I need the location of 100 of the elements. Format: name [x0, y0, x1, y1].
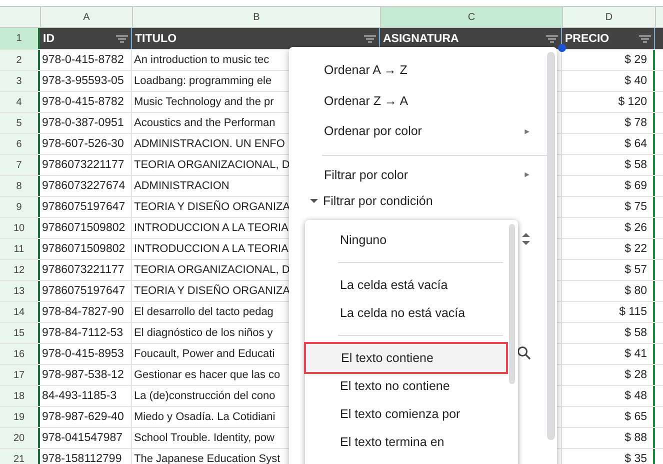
row-number[interactable]: 18	[0, 386, 40, 406]
row-number[interactable]: 10	[0, 218, 40, 238]
table-cell: $ 41	[624, 348, 647, 360]
row-number[interactable]: 2	[0, 50, 40, 70]
table-cell: $ 88	[624, 432, 647, 444]
submenu-arrow: ►	[523, 126, 531, 136]
dropdown-option[interactable]: La celda está vacía	[305, 271, 506, 299]
table-cell: TEORIA ORGANIZACIONAL, D	[134, 159, 290, 171]
table-cell: 978-987-629-40	[42, 411, 124, 423]
table-cell: $ 80	[624, 285, 647, 297]
column-header[interactable]: A	[41, 7, 133, 27]
table-cell: 9786073221177	[42, 264, 124, 276]
row-number[interactable]: 1	[0, 28, 40, 49]
column-header[interactable]: D	[563, 7, 656, 27]
table-cell: ADMINISTRACION. UN ENFO	[134, 138, 285, 150]
filter-icon[interactable]	[546, 34, 558, 42]
row-number[interactable]: 15	[0, 323, 40, 343]
table-cell: 978-607-526-30	[42, 138, 124, 150]
table-cell: 978-3-95593-05	[42, 75, 124, 87]
row-number[interactable]: 17	[0, 365, 40, 385]
search-icon[interactable]	[517, 346, 531, 360]
table-cell: 978-041547987	[42, 432, 123, 444]
row-number[interactable]: 7	[0, 155, 40, 175]
table-cell: 84-493-1185-3	[42, 390, 117, 402]
row-number[interactable]: 13	[0, 281, 40, 301]
row-number[interactable]: 3	[0, 71, 40, 91]
scrollbar[interactable]	[547, 52, 555, 440]
filter-icon[interactable]	[364, 34, 376, 42]
filter-icon[interactable]	[639, 34, 651, 42]
table-cell: El diagnóstico de los niños y	[134, 327, 273, 339]
filter-icon[interactable]	[116, 34, 128, 42]
table-cell: $ 75	[624, 201, 647, 213]
table-cell: $ 58	[624, 159, 647, 171]
table-cell: TEORIA Y DISEÑO ORGANIZA	[134, 285, 290, 297]
table-cell: $ 35	[624, 453, 647, 464]
header-text: PRECIO	[565, 32, 610, 44]
row-number[interactable]: 14	[0, 302, 40, 322]
column-header[interactable]: C	[381, 7, 563, 27]
selection-handle[interactable]	[558, 44, 566, 52]
table-cell: $ 40	[624, 75, 647, 87]
row-number[interactable]: 4	[0, 92, 40, 112]
table-cell: $ 48	[624, 390, 647, 402]
section-toggle[interactable]: Filtrar por condición	[289, 188, 557, 214]
menu-label: Filtrar por condición	[323, 194, 433, 208]
dropdown-option[interactable]: El texto no contiene	[305, 372, 506, 400]
table-cell: 9786071509802	[42, 243, 126, 255]
table-cell: 978-0-415-8782	[42, 96, 124, 108]
table-cell: INTRODUCCION A LA TEORIA	[134, 243, 288, 255]
row-number[interactable]: 9	[0, 197, 40, 217]
table-cell: Miedo y Osadía. La Cotidiani	[134, 411, 276, 423]
menu-item[interactable]: Ordenar por color ►	[289, 116, 557, 146]
dropdown-option[interactable]: El texto termina en	[305, 428, 506, 456]
table-cell: $ 26	[624, 222, 647, 234]
table-cell: $ 115	[619, 306, 647, 318]
row-number[interactable]: 20	[0, 428, 40, 448]
row-number[interactable]: 12	[0, 260, 40, 280]
table-cell: 9786073221177	[42, 159, 124, 171]
row-number[interactable]: 19	[0, 407, 40, 427]
table-cell: $ 57	[624, 264, 647, 276]
table-cell: 9786071509802	[42, 222, 126, 234]
table-cell: 978-0-387-0951	[42, 117, 124, 129]
table-cell: TEORIA Y DISEÑO ORGANIZA	[134, 201, 290, 213]
menu-label: Filtrar por color	[324, 168, 408, 182]
dropdown-option[interactable]: Ninguno	[305, 226, 506, 254]
table-cell: $ 69	[624, 180, 647, 192]
dropdown-option[interactable]: El texto comienza por	[305, 400, 506, 428]
table-cell: $ 28	[624, 369, 647, 381]
menu-item[interactable]: Ordenar Z → A	[289, 86, 557, 116]
table-cell: Gestionar es hacer que las co	[134, 369, 280, 381]
row-number[interactable]: 21	[0, 449, 40, 464]
table-cell: El desarrollo del tacto pedag	[134, 306, 274, 318]
table-cell: $ 29	[624, 54, 647, 66]
table-cell: $ 64	[624, 138, 647, 150]
table-cell: Loadbang: programming ele	[134, 75, 272, 87]
table-cell: ADMINISTRACION	[134, 180, 230, 192]
table-cell: 978-158112799	[42, 453, 122, 464]
table-cell: Acoustics and the Performan	[134, 117, 276, 129]
header-text: TITULO	[135, 32, 177, 44]
select-arrows-icon[interactable]	[521, 232, 531, 246]
row-number[interactable]: 6	[0, 134, 40, 154]
row-number[interactable]: 11	[0, 239, 40, 259]
row-number[interactable]: 8	[0, 176, 40, 196]
menu-item[interactable]: Filtrar por color ►	[289, 160, 557, 190]
table-cell: $ 58	[624, 327, 647, 339]
menu-item[interactable]: Ordenar A → Z	[289, 55, 557, 86]
row-number[interactable]: 5	[0, 113, 40, 133]
table-cell: 978-84-7827-90	[42, 306, 124, 318]
table-cell: 978-84-7112-53	[42, 327, 123, 339]
header-text: ID	[43, 32, 54, 44]
dropdown-option[interactable]: El texto contiene	[306, 344, 506, 372]
scrollbar[interactable]	[509, 224, 515, 384]
submenu-arrow: ►	[523, 170, 531, 180]
table-cell: $ 65	[624, 411, 647, 423]
table-cell: La (de)construcción del cono	[134, 390, 276, 402]
table-cell: 9786075197647	[42, 201, 126, 213]
table-cell: $ 78	[624, 117, 647, 129]
dropdown-option[interactable]: La celda no está vacía	[305, 299, 506, 327]
header-text: ASIGNATURA	[383, 32, 459, 44]
row-number[interactable]: 16	[0, 344, 40, 364]
table-cell: $ 120	[618, 96, 647, 108]
